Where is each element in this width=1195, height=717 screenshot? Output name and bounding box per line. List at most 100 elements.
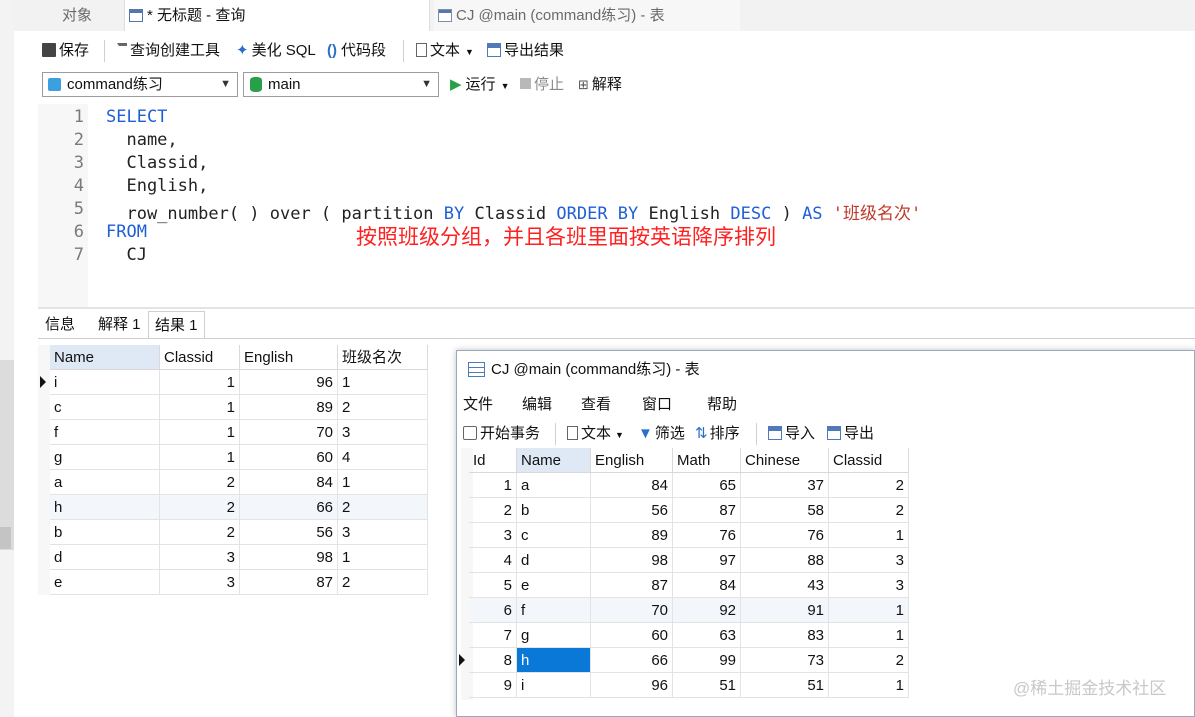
tab-explain-1[interactable]: 解释 1 [92,311,147,338]
table-cell[interactable]: 51 [673,673,741,698]
table-cell[interactable]: 2 [829,648,909,673]
table-cell[interactable]: 89 [240,395,338,420]
table-cell[interactable]: 1 [338,370,428,395]
table-cell[interactable]: 1 [829,523,909,548]
menu-help[interactable]: 帮助 [707,391,737,419]
left-scroll-gutter[interactable] [0,0,14,717]
save-button[interactable]: 保存 [42,36,89,66]
table-cell[interactable]: 3 [338,520,428,545]
table-cell[interactable]: 70 [240,420,338,445]
table-cell[interactable]: h [517,648,591,673]
tab-result-1[interactable]: 结果 1 [148,311,205,339]
table-cell[interactable]: 1 [829,673,909,698]
table-cell[interactable]: 1 [829,623,909,648]
table-cell[interactable]: 84 [591,473,673,498]
table-cell[interactable]: 97 [673,548,741,573]
table-cell[interactable]: 1 [160,445,240,470]
table-cell[interactable]: 66 [591,648,673,673]
table-cell[interactable]: 87 [673,498,741,523]
table-cell[interactable]: 1 [829,598,909,623]
tab-untitled-query[interactable]: * 无标题 - 查询 [124,0,430,31]
column-header[interactable]: Id [469,448,517,473]
stop-button[interactable]: 停止 [520,70,564,100]
table-cell[interactable]: 2 [338,395,428,420]
table-cell[interactable]: 56 [240,520,338,545]
table-cell[interactable]: 7 [469,623,517,648]
sort-button[interactable]: ⇅ 排序 [695,419,740,449]
table-cell[interactable]: 65 [673,473,741,498]
table-cell[interactable]: 70 [591,598,673,623]
table-cell[interactable]: a [517,473,591,498]
table-cell[interactable]: 1 [469,473,517,498]
import-button[interactable]: 导入 [768,419,815,449]
begin-transaction-button[interactable]: 开始事务 [463,419,540,449]
table-cell[interactable]: 3 [829,548,909,573]
export-button[interactable]: 导出 [827,419,874,449]
column-header[interactable]: Chinese [741,448,829,473]
table-cell[interactable]: g [50,445,160,470]
table-cell[interactable]: 2 [338,495,428,520]
table-cell[interactable]: a [50,470,160,495]
table-cell[interactable]: 87 [591,573,673,598]
table-cell[interactable]: 84 [240,470,338,495]
export-results-button[interactable]: 导出结果 [487,36,564,66]
table-cell[interactable]: 8 [469,648,517,673]
table-cell[interactable]: 2 [469,498,517,523]
table-cell[interactable]: c [50,395,160,420]
table-cell[interactable]: 98 [240,545,338,570]
menu-file[interactable]: 文件 [463,391,493,419]
tab-objects[interactable]: 对象 [62,0,92,31]
database-select[interactable]: command练习 ▼ [42,72,238,97]
run-button[interactable]: ▶ 运行 ▼ [450,70,509,100]
table-cell[interactable]: 2 [829,473,909,498]
text-button[interactable]: 文本 ▼ [567,419,624,449]
table-cell[interactable]: 3 [469,523,517,548]
menu-view[interactable]: 查看 [581,391,611,419]
table-cell[interactable]: 9 [469,673,517,698]
table-cell[interactable]: 43 [741,573,829,598]
query-builder-button[interactable]: 查询创建工具 [117,36,220,66]
table-cell[interactable]: b [517,498,591,523]
table-cell[interactable]: e [517,573,591,598]
menu-edit[interactable]: 编辑 [522,391,552,419]
table-cell[interactable]: 3 [829,573,909,598]
table-cell[interactable]: d [517,548,591,573]
table-cell[interactable]: 4 [469,548,517,573]
schema-select[interactable]: main ▼ [243,72,439,97]
table-cell[interactable]: f [517,598,591,623]
table-cell[interactable]: 37 [741,473,829,498]
table-window[interactable]: CJ @main (command练习) - 表 文件 编辑 查看 窗口 帮助 … [456,350,1195,717]
sql-editor[interactable]: 1234567 SELECT name, Classid, English, r… [38,104,1195,307]
table-cell[interactable]: 99 [673,648,741,673]
table-cell[interactable]: 58 [741,498,829,523]
table-cell[interactable]: 2 [160,495,240,520]
table-cell[interactable]: 3 [160,545,240,570]
table-cell[interactable]: f [50,420,160,445]
table-cell[interactable]: 96 [240,370,338,395]
table-cell[interactable]: 87 [240,570,338,595]
filter-button[interactable]: ▼ 筛选 [638,419,685,449]
explain-button[interactable]: ⊞ 解释 [578,70,622,100]
editor-splitter[interactable] [38,307,1195,309]
table-cell[interactable]: 5 [469,573,517,598]
result-grid[interactable]: Name Classid English 班级名次 i 1 96 1 c 1 89 2 f 1 70 3 g 1 6… [38,345,430,595]
table-cell[interactable]: 3 [160,570,240,595]
table-cell[interactable]: 1 [160,420,240,445]
table-cell[interactable]: 1 [160,370,240,395]
table-cell[interactable]: 3 [338,420,428,445]
table-cell[interactable]: d [50,545,160,570]
table-cell[interactable]: 2 [829,498,909,523]
tab-info[interactable]: 信息 [39,311,81,338]
table-cell[interactable]: 96 [591,673,673,698]
text-mode-button[interactable]: 文本 ▼ [416,36,474,66]
table-cell[interactable]: 2 [160,520,240,545]
table-cell[interactable]: 92 [673,598,741,623]
table-cell[interactable]: g [517,623,591,648]
table-cell[interactable]: b [50,520,160,545]
table-cell[interactable]: 4 [338,445,428,470]
table-cell[interactable]: 89 [591,523,673,548]
table-cell[interactable]: 51 [741,673,829,698]
column-header[interactable]: Name [50,345,160,370]
table-cell[interactable]: i [517,673,591,698]
column-header[interactable]: Classid [160,345,240,370]
